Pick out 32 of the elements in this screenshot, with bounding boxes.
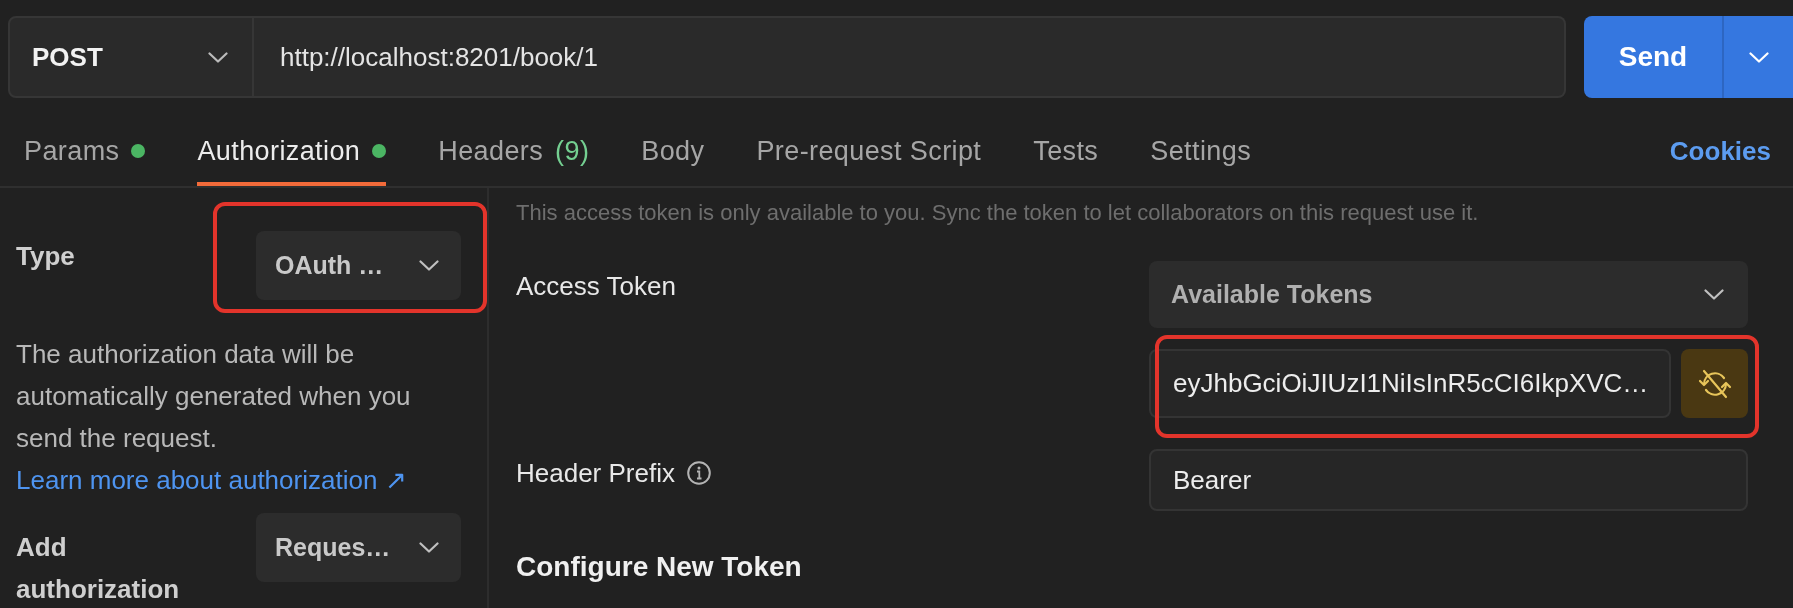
field-label: Type: [16, 241, 76, 271]
tab[interactable]: Tests: [1033, 98, 1099, 186]
chevron-down-icon: [419, 260, 439, 271]
description-text: The authorization data will be automatically generated when you send the request.: [16, 338, 412, 455]
info-icon: [686, 461, 711, 485]
method-dropdown[interactable]: POST: [8, 16, 254, 98]
chevron-down-icon: [208, 51, 228, 63]
learn-more-link[interactable]: Learn more about authorization ↗: [16, 459, 407, 501]
cookies-link[interactable]: Cookies: [1669, 98, 1771, 186]
token-sync-button[interactable]: [1681, 349, 1748, 418]
tab[interactable]: Pre-request Script: [756, 98, 982, 186]
tab[interactable]: Authorization: [197, 98, 387, 186]
field-label: Access Token: [516, 271, 676, 301]
crossed-sync-icon: [1697, 368, 1732, 399]
chevron-down-icon: [419, 542, 439, 553]
header-prefix-field[interactable]: Bearer: [1149, 449, 1748, 511]
field-label: Add authorization: [16, 531, 181, 606]
chevron-down-icon: [1704, 289, 1724, 300]
url-field[interactable]: http://localhost:8201/book/1: [254, 16, 1566, 98]
token-field[interactable]: eyJhbGciOiJIUzI1NiIsInR5cCI6IkpXVC…: [1149, 349, 1671, 418]
tab[interactable]: Params: [24, 98, 146, 186]
field-label: Header Prefix: [516, 458, 675, 488]
tab[interactable]: Headers (9): [438, 98, 590, 186]
tab[interactable]: Body: [641, 98, 705, 186]
add-to-dropdown[interactable]: Reques…: [256, 513, 461, 582]
chevron-down-icon: [1748, 51, 1769, 63]
available-tokens-dropdown[interactable]: Available Tokens: [1149, 261, 1748, 328]
section-title: Configure New Token: [516, 550, 803, 584]
notice-text: This access token is only available to you. Sync the token to let collaborators on this request use it.: [516, 199, 1480, 227]
auth-type-dropdown[interactable]: OAuth …: [256, 231, 461, 300]
send-button[interactable]: Send: [1584, 16, 1722, 98]
tab[interactable]: Settings: [1150, 98, 1252, 186]
